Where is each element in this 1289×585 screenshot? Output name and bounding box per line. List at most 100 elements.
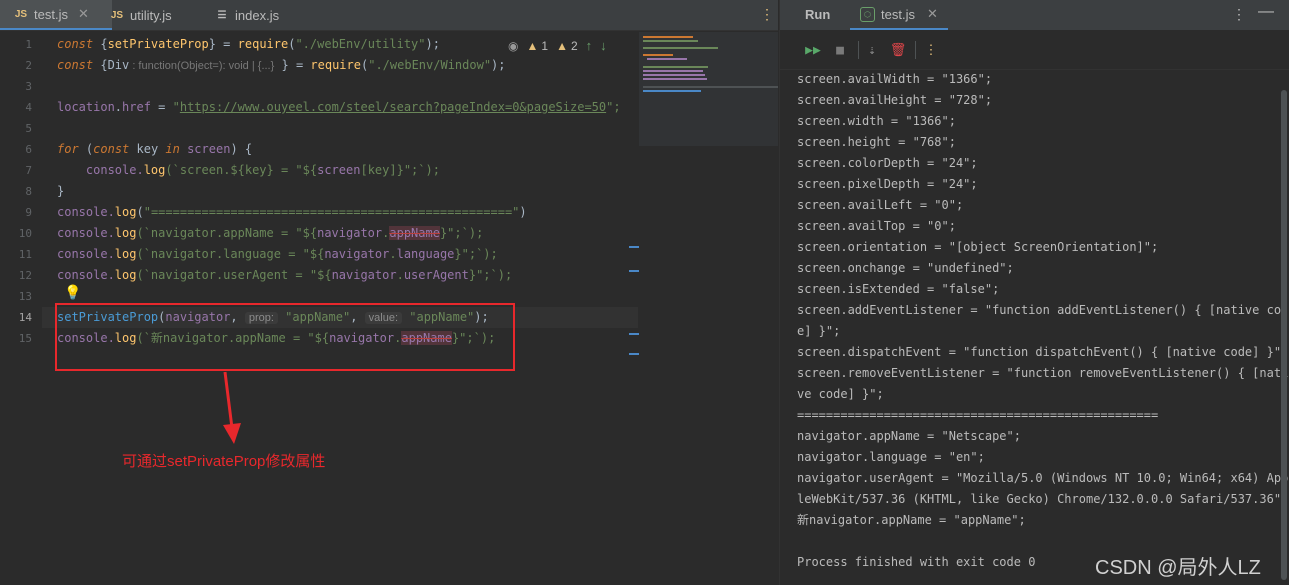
nodejs-icon: ⬡ bbox=[860, 6, 875, 22]
console-line: leWebKit/537.36 (KHTML, like Gecko) Chro… bbox=[797, 492, 1289, 506]
line-number: 4 bbox=[25, 101, 32, 114]
annotation-highlight-box bbox=[55, 303, 515, 371]
tab-label: utility.js bbox=[130, 7, 172, 23]
weak-warning-icon[interactable]: ▲ bbox=[556, 39, 568, 53]
js-icon: JS bbox=[110, 9, 124, 21]
lightbulb-icon[interactable]: 💡 bbox=[64, 285, 81, 301]
console-line: screen.height = "768"; bbox=[797, 135, 956, 149]
inspection-widget[interactable]: ◉ ▲ 1 ▲ 2 ↑ ↓ bbox=[508, 38, 607, 53]
arrow-down-icon[interactable]: ↓ bbox=[600, 38, 607, 53]
console-line: screen.availTop = "0"; bbox=[797, 219, 956, 233]
console-scrollbar[interactable] bbox=[1281, 90, 1287, 580]
console-output[interactable]: screen.availWidth = "1366"; screen.avail… bbox=[797, 69, 1288, 585]
console-line: ve code] }"; bbox=[797, 387, 884, 401]
more-icon[interactable]: ⋮ bbox=[1232, 6, 1246, 23]
close-icon[interactable]: ✕ bbox=[78, 6, 89, 22]
line-number: 2 bbox=[25, 59, 32, 72]
change-marker bbox=[629, 246, 639, 248]
run-tab-label: test.js bbox=[881, 6, 915, 22]
trash-icon[interactable]: 🗑 bbox=[889, 41, 907, 59]
deprecated-property: appName bbox=[389, 226, 440, 240]
tab-test-js[interactable]: JS test.js ✕ bbox=[0, 0, 112, 30]
code-line-12: console.log(`navigator.userAgent = "${na… bbox=[57, 268, 513, 282]
weak-warning-count: 2 bbox=[570, 38, 578, 53]
console-line: screen.orientation = "[object ScreenOrie… bbox=[797, 240, 1159, 254]
console-line: e] }"; bbox=[797, 324, 841, 338]
run-header: Run ⬡ test.js ✕ ⋮ — bbox=[780, 0, 1289, 30]
console-line-exit: Process finished with exit code 0 bbox=[797, 555, 1036, 569]
run-tab-test-js[interactable]: ⬡ test.js ✕ bbox=[850, 0, 948, 30]
line-number: 13 bbox=[18, 290, 32, 303]
toolbar-divider bbox=[915, 41, 916, 59]
run-toolbar: ▶▶ ■ ⇣ 🗑 ⋮ bbox=[780, 31, 1289, 70]
more-icon[interactable]: ⋮ bbox=[760, 6, 774, 23]
minimize-icon[interactable]: — bbox=[1258, 3, 1274, 21]
annotation-arrow bbox=[223, 371, 241, 444]
code-line-9: console.log("===========================… bbox=[57, 205, 527, 219]
change-marker bbox=[629, 353, 639, 355]
url-link[interactable]: https://www.ouyeel.com/steel/search?page… bbox=[180, 100, 606, 114]
console-line: screen.colorDepth = "24"; bbox=[797, 156, 978, 170]
line-number: 9 bbox=[25, 206, 32, 219]
line-number: 10 bbox=[18, 227, 32, 240]
code-line-10: console.log(`navigator.appName = "${navi… bbox=[57, 226, 484, 240]
line-number: 11 bbox=[18, 248, 32, 261]
console-line: screen.pixelDepth = "24"; bbox=[797, 177, 978, 191]
change-marker bbox=[629, 333, 639, 335]
line-number: 3 bbox=[25, 80, 32, 93]
line-number: 1 bbox=[25, 38, 32, 51]
editor-pane: JS test.js ✕ JS utility.js ☰ index.js ⋮ … bbox=[0, 0, 778, 585]
minimap[interactable] bbox=[639, 32, 778, 146]
console-line: ========================================… bbox=[797, 408, 1159, 422]
more-icon[interactable]: ⋮ bbox=[922, 41, 940, 59]
line-number: 8 bbox=[25, 185, 32, 198]
line-number: 5 bbox=[25, 122, 32, 135]
js-icon: JS bbox=[14, 8, 28, 20]
console-line: screen.dispatchEvent = "function dispatc… bbox=[797, 345, 1289, 359]
console-line: screen.removeEventListener = "function r… bbox=[797, 366, 1289, 380]
line-number-gutter: 1 2 3 4 5 6 7 8 9 10 11 12 13 14 15 bbox=[0, 34, 42, 585]
scroll-to-end-icon[interactable]: ⇣ bbox=[863, 41, 881, 59]
run-title: Run bbox=[805, 7, 831, 22]
console-line: screen.availHeight = "728"; bbox=[797, 93, 993, 107]
line-number-current: 14 bbox=[18, 311, 32, 324]
line-number: 7 bbox=[25, 164, 32, 177]
console-line: screen.availWidth = "1366"; bbox=[797, 72, 993, 86]
type-hint: : function(Object=): void | {...} bbox=[129, 60, 275, 72]
console-line: navigator.appName = "Netscape"; bbox=[797, 429, 1021, 443]
tab-utility-js[interactable]: JS utility.js bbox=[110, 0, 200, 30]
tab-index-js[interactable]: ☰ index.js bbox=[215, 0, 305, 30]
code-line-6: for (const key in screen) { bbox=[57, 142, 253, 156]
line-number: 6 bbox=[25, 143, 32, 156]
console-line: navigator.userAgent = "Mozilla/5.0 (Wind… bbox=[797, 471, 1289, 485]
console-line: screen.addEventListener = "function addE… bbox=[797, 303, 1282, 317]
watermark: CSDN @局外人LZ bbox=[1095, 557, 1261, 579]
console-line: screen.onchange = "undefined"; bbox=[797, 261, 1014, 275]
close-icon[interactable]: ✕ bbox=[927, 6, 938, 22]
editor-tab-bar: JS test.js ✕ JS utility.js ☰ index.js ⋮ bbox=[0, 0, 778, 31]
stop-icon[interactable]: ■ bbox=[831, 41, 849, 59]
toolbar-divider bbox=[858, 41, 859, 59]
console-line: navigator.language = "en"; bbox=[797, 450, 985, 464]
line-number: 15 bbox=[18, 332, 32, 345]
warning-icon[interactable]: ▲ bbox=[526, 39, 538, 53]
eye-off-icon[interactable]: ◉ bbox=[508, 39, 518, 53]
rerun-icon[interactable]: ▶▶ bbox=[804, 41, 822, 59]
code-line-4: location.href = "https://www.ouyeel.com/… bbox=[57, 100, 621, 114]
console-line: screen.availLeft = "0"; bbox=[797, 198, 964, 212]
code-line-1: const {setPrivateProp} = require("./webE… bbox=[57, 37, 440, 51]
console-line: 新navigator.appName = "appName"; bbox=[797, 513, 1026, 527]
arrow-up-icon[interactable]: ↑ bbox=[586, 38, 593, 53]
line-number: 12 bbox=[18, 269, 32, 282]
list-icon: ☰ bbox=[217, 9, 227, 21]
tab-label: test.js bbox=[34, 6, 68, 22]
tab-label: index.js bbox=[235, 7, 280, 23]
change-marker bbox=[629, 270, 639, 272]
annotation-text: 可通过setPrivateProp修改属性 bbox=[122, 453, 326, 470]
console-line: screen.isExtended = "false"; bbox=[797, 282, 1000, 296]
run-pane: Run ⬡ test.js ✕ ⋮ — ▶▶ ■ ⇣ 🗑 ⋮ screen.av… bbox=[779, 0, 1289, 585]
code-line-2: const {Div : function(Object=): void | {… bbox=[57, 58, 506, 72]
warning-count: 1 bbox=[541, 38, 549, 53]
code-line-7: console.log(`screen.${key} = "${screen[k… bbox=[57, 163, 440, 177]
console-line: screen.width = "1366"; bbox=[797, 114, 956, 128]
